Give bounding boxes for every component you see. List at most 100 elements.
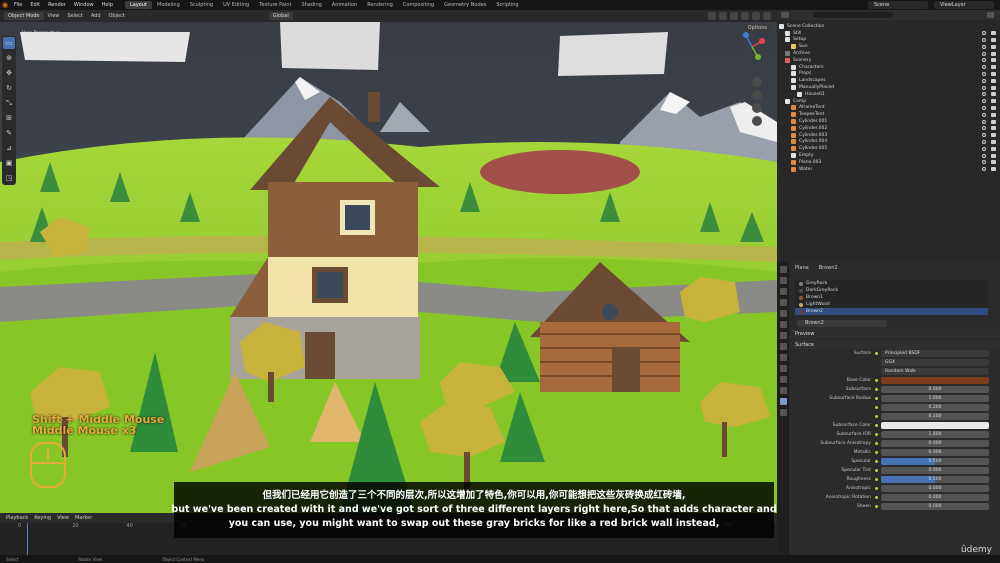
visibility-eye-icon[interactable] (982, 105, 986, 110)
material-slot[interactable]: DarkGreyRock (795, 287, 988, 294)
visibility-eye-icon[interactable] (982, 133, 986, 138)
render-tab-icon[interactable] (779, 277, 787, 284)
render-camera-icon[interactable] (991, 71, 996, 76)
render-camera-icon[interactable] (991, 85, 996, 90)
menu-help[interactable]: Help (98, 2, 117, 8)
world-tab-icon[interactable] (779, 321, 787, 328)
workspace-tab-compositing[interactable]: Compositing (398, 1, 439, 9)
property-value-field[interactable]: 0.500 (881, 476, 989, 483)
object-tab-icon[interactable] (779, 332, 787, 339)
options-dropdown[interactable]: Options (743, 24, 771, 32)
outliner-item[interactable]: Scene Collection (777, 23, 1000, 30)
property-value-field[interactable]: 1.400 (881, 431, 989, 438)
render-camera-icon[interactable] (991, 133, 996, 138)
outliner-item[interactable]: Water (777, 166, 1000, 173)
render-camera-icon[interactable] (991, 78, 996, 83)
outliner-item[interactable]: Cylinder.002 (777, 125, 1000, 132)
outliner-item[interactable]: Sun (777, 43, 1000, 50)
workspace-tab-layout[interactable]: Layout (125, 1, 152, 9)
particles-tab-icon[interactable] (779, 354, 787, 361)
render-camera-icon[interactable] (991, 51, 996, 56)
visibility-eye-icon[interactable] (982, 71, 986, 76)
outliner-item[interactable]: Still (777, 30, 1000, 37)
menu-edit[interactable]: Edit (26, 2, 44, 8)
workspace-tab-animation[interactable]: Animation (327, 1, 363, 9)
visibility-eye-icon[interactable] (982, 126, 986, 131)
property-value-field[interactable]: 0.000 (881, 503, 989, 510)
workspace-tab-modeling[interactable]: Modeling (152, 1, 185, 9)
move-tool-icon[interactable]: ✥ (3, 67, 15, 79)
visibility-eye-icon[interactable] (982, 51, 986, 56)
scene-tab-icon[interactable] (779, 310, 787, 317)
render-camera-icon[interactable] (991, 126, 996, 131)
texture-tab-icon[interactable] (779, 409, 787, 416)
visibility-eye-icon[interactable] (982, 58, 986, 63)
property-value-field[interactable]: 0.000 (881, 485, 989, 492)
annotate-tool-icon[interactable]: ✎ (3, 127, 15, 139)
outliner-item[interactable]: Cylinder.005 (777, 145, 1000, 152)
view-layer-selector[interactable]: ViewLayer (934, 1, 994, 9)
preview-section[interactable]: Preview (791, 329, 1000, 338)
add-object-tool-icon[interactable]: ◳ (3, 172, 15, 184)
material-name-field[interactable]: Brown2 (797, 319, 887, 327)
outliner-item[interactable]: Plane.003 (777, 159, 1000, 166)
render-camera-icon[interactable] (991, 139, 996, 144)
mode-dropdown[interactable]: Object Mode (4, 12, 44, 20)
modifier-tab-icon[interactable] (779, 343, 787, 350)
visibility-eye-icon[interactable] (982, 78, 986, 83)
editor-type-icon[interactable] (781, 12, 789, 18)
render-camera-icon[interactable] (991, 112, 996, 117)
render-camera-icon[interactable] (991, 99, 996, 104)
outliner-item[interactable]: Landscapes (777, 77, 1000, 84)
outliner-item[interactable]: ManuallyPlaced (777, 84, 1000, 91)
visibility-eye-icon[interactable] (982, 85, 986, 90)
surface-section[interactable]: Surface (791, 340, 1000, 349)
property-value-field[interactable]: 0.000 (881, 386, 989, 393)
filter-icon[interactable] (987, 12, 994, 18)
outliner-item[interactable]: TeepeeTent (777, 111, 1000, 118)
property-value-field[interactable]: 1.000 (881, 395, 989, 402)
rotate-tool-icon[interactable]: ↻ (3, 82, 15, 94)
view-layer-tab-icon[interactable] (779, 299, 787, 306)
viewport-menu-add[interactable]: Add (87, 13, 105, 19)
outliner-item[interactable]: Props (777, 71, 1000, 78)
menu-window[interactable]: Window (70, 2, 98, 8)
render-camera-icon[interactable] (991, 58, 996, 63)
outliner-item[interactable]: Archive (777, 50, 1000, 57)
surface-shader-field[interactable]: Principled BSDF (881, 350, 989, 357)
visibility-eye-icon[interactable] (982, 139, 986, 144)
outliner-item[interactable]: Scenery (777, 57, 1000, 64)
visibility-eye-icon[interactable] (982, 112, 986, 117)
material-slot[interactable]: Brown2 (795, 308, 988, 315)
scene-selector[interactable]: Scene (868, 1, 928, 9)
visibility-eye-icon[interactable] (982, 44, 986, 49)
visibility-eye-icon[interactable] (982, 167, 986, 172)
render-camera-icon[interactable] (991, 160, 996, 165)
transform-tool-icon[interactable]: ⊞ (3, 112, 15, 124)
property-value-field[interactable]: 0.500 (881, 458, 989, 465)
physics-tab-icon[interactable] (779, 365, 787, 372)
blender-logo-icon[interactable]: ◉ (0, 0, 10, 10)
data-tab-icon[interactable] (779, 387, 787, 394)
render-camera-icon[interactable] (991, 44, 996, 49)
shading-rendered-icon[interactable] (763, 12, 771, 20)
outliner-item[interactable]: Cylinder.004 (777, 139, 1000, 146)
workspace-tab-shading[interactable]: Shading (296, 1, 326, 9)
scale-tool-icon[interactable]: ⤡ (3, 97, 15, 109)
tool-tab-icon[interactable] (779, 266, 787, 273)
timeline-menu-playback[interactable]: Playback (6, 515, 28, 521)
transform-orientation-dropdown[interactable]: Global (268, 12, 293, 20)
material-tab-icon[interactable] (779, 398, 787, 405)
viewport-menu-select[interactable]: Select (63, 13, 86, 19)
shading-solid-icon[interactable] (741, 12, 749, 20)
visibility-eye-icon[interactable] (982, 153, 986, 158)
output-tab-icon[interactable] (779, 288, 787, 295)
render-camera-icon[interactable] (991, 167, 996, 172)
material-slot[interactable]: GreyRock (795, 280, 988, 287)
render-camera-icon[interactable] (991, 105, 996, 110)
gizmo-toggle-icon[interactable] (708, 12, 716, 20)
outliner-item[interactable]: Cylinder.003 (777, 132, 1000, 139)
property-value-field[interactable]: 0.000 (881, 467, 989, 474)
visibility-eye-icon[interactable] (982, 119, 986, 124)
xray-toggle-icon[interactable] (730, 12, 738, 20)
